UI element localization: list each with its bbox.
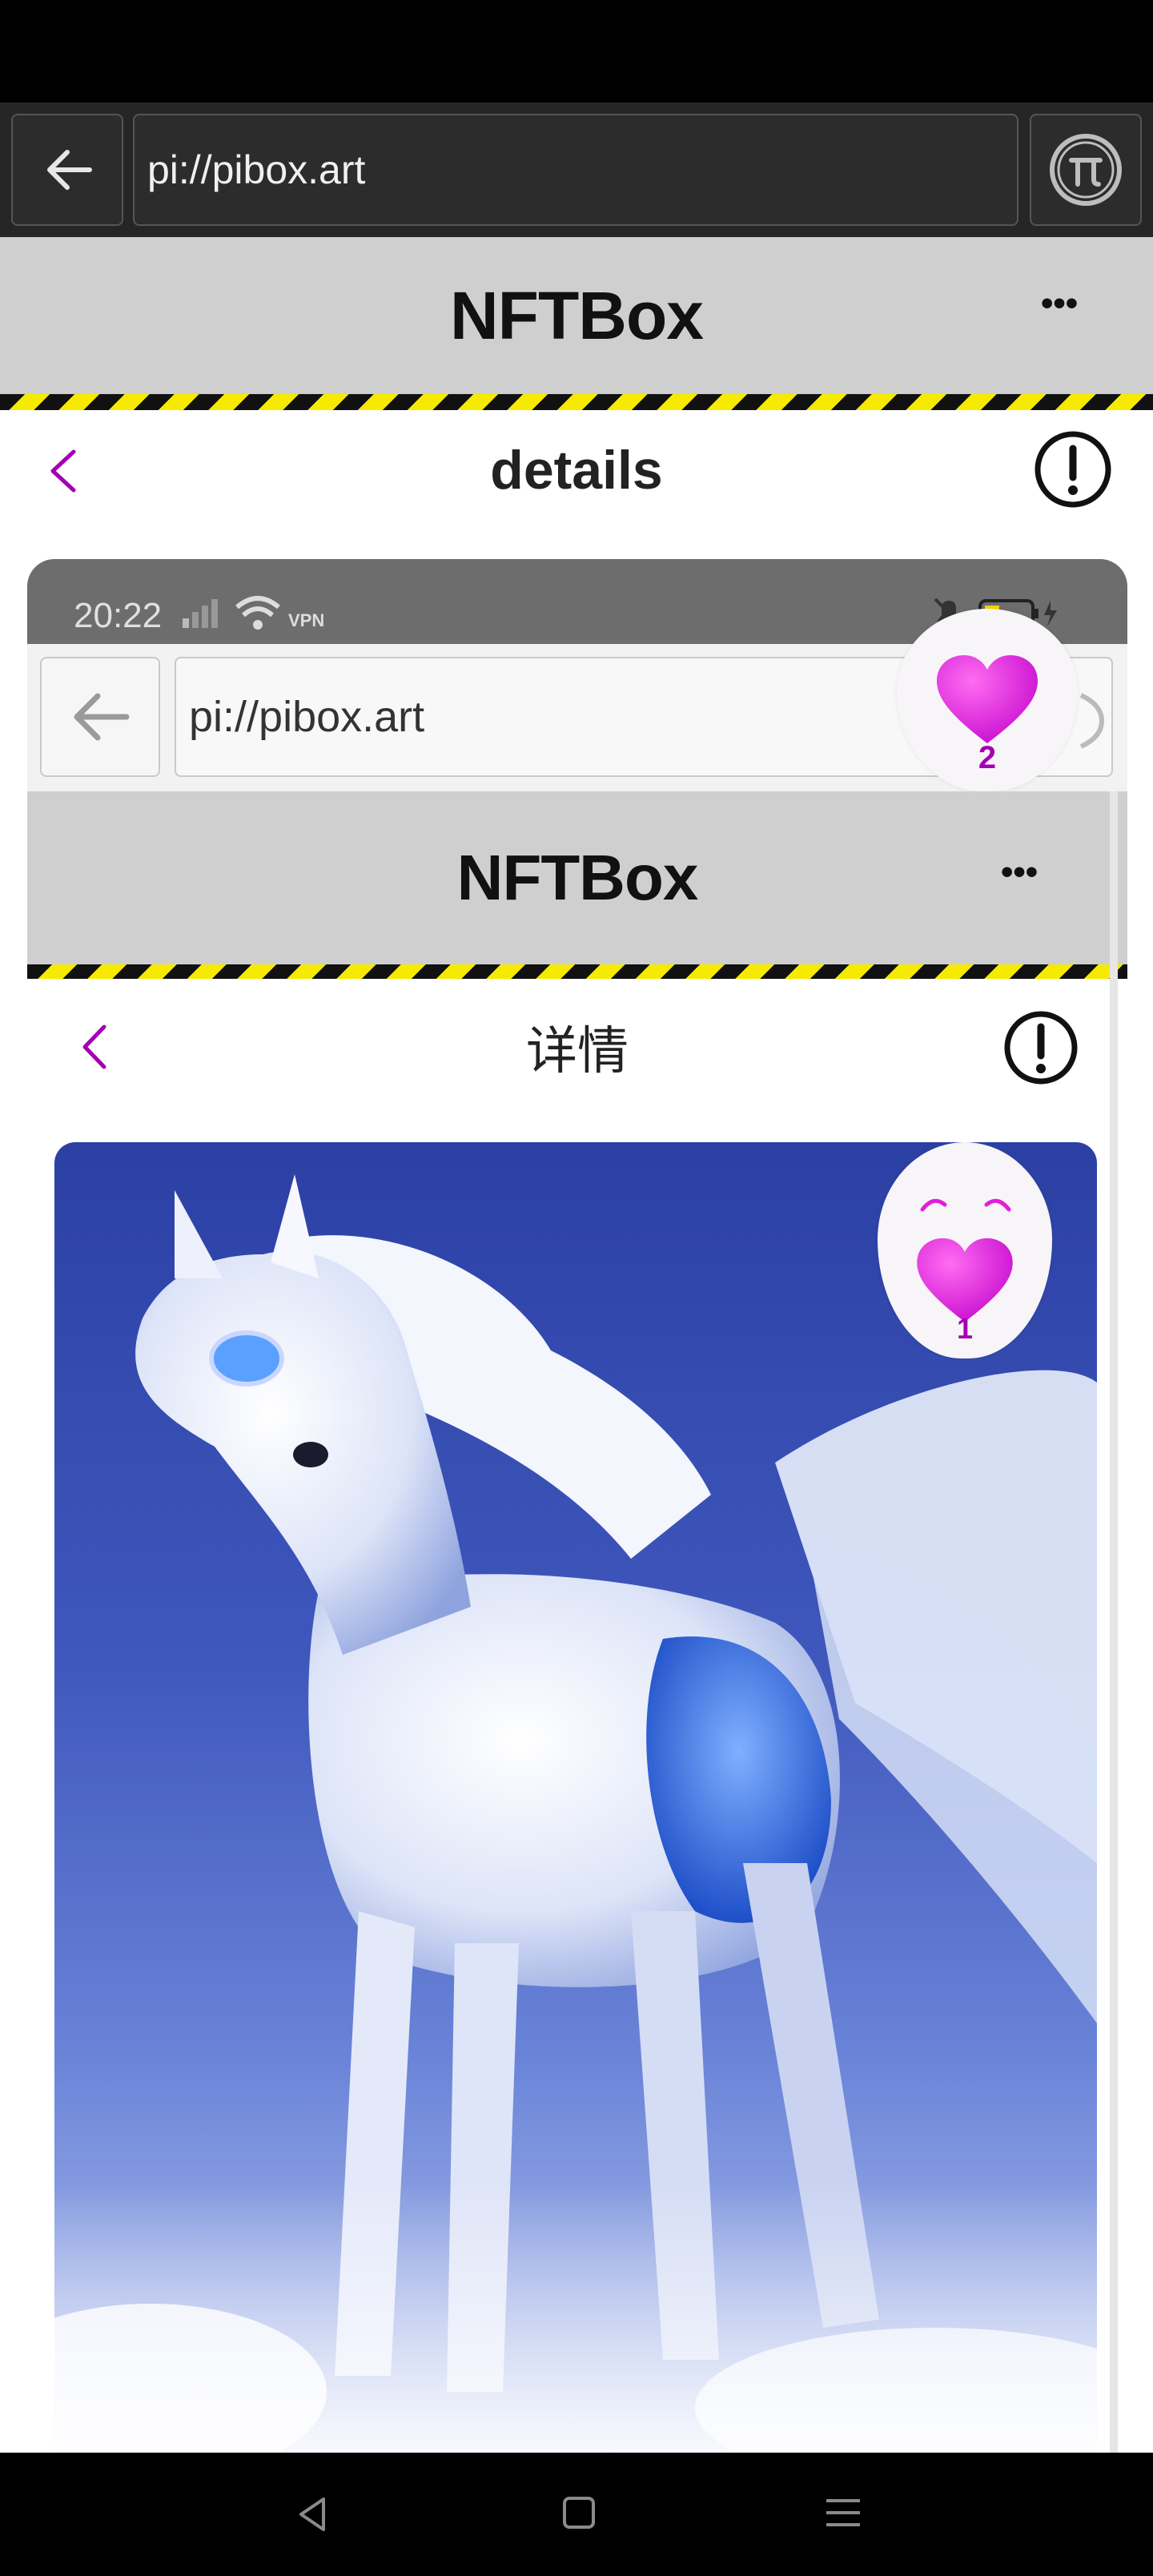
browser-back-button[interactable] xyxy=(11,114,123,226)
site-header: NFTBox ••• xyxy=(0,237,1153,394)
page-header: details xyxy=(0,410,1153,530)
chevron-left-icon[interactable] xyxy=(45,447,85,495)
info-icon[interactable] xyxy=(1033,429,1113,509)
browser-url-field[interactable]: pi://pibox.art xyxy=(133,114,1018,226)
like-bubble-top[interactable]: 2 xyxy=(897,609,1078,791)
inner-status-time: 20:22 xyxy=(74,596,163,635)
chevron-left-icon[interactable] xyxy=(77,1022,114,1072)
device-nav-bar xyxy=(0,2453,1153,2576)
pi-wallet-button[interactable] xyxy=(1030,114,1142,226)
inner-more-menu-button[interactable]: ••• xyxy=(1001,852,1038,892)
page-title: details xyxy=(490,440,663,501)
nav-home-icon[interactable] xyxy=(560,2494,597,2531)
hazard-stripe xyxy=(0,394,1153,410)
inner-site-header: NFTBox ••• xyxy=(27,791,1127,964)
nav-back-icon[interactable] xyxy=(293,2494,333,2534)
like-count-top: 2 xyxy=(978,740,997,775)
like-count-image: 1 xyxy=(956,1312,974,1345)
inner-scrollbar[interactable] xyxy=(1110,791,1118,2453)
like-bubble-image[interactable]: 1 xyxy=(878,1142,1052,1358)
heart-icon xyxy=(937,655,1038,743)
pi-coin-icon xyxy=(1050,134,1122,206)
inner-browser-toolbar: pi://pibox.art 2 xyxy=(27,609,1127,791)
site-title: NFTBox xyxy=(450,277,704,353)
arrow-left-icon xyxy=(47,150,92,190)
nft-artwork-card[interactable]: 20:22 VPN pi://pibox.art 2 NFTBox ••• 详情… xyxy=(27,559,1127,2453)
inner-back-button[interactable] xyxy=(40,657,160,777)
nft-image[interactable]: 1 xyxy=(54,1142,1097,2453)
vpn-icon: VPN xyxy=(288,610,325,630)
inner-page-title: 详情 xyxy=(526,1022,629,1080)
browser-url-text: pi://pibox.art xyxy=(147,147,366,192)
signal-icon xyxy=(183,599,218,628)
arrow-left-icon xyxy=(74,693,130,741)
inner-page-header: 详情 xyxy=(27,979,1127,1115)
more-menu-button[interactable]: ••• xyxy=(1041,284,1078,324)
smile-arc-icon xyxy=(920,1198,1011,1212)
nav-menu-icon[interactable] xyxy=(823,2494,863,2531)
browser-toolbar: pi://pibox.art xyxy=(0,103,1153,237)
wifi-icon xyxy=(235,596,280,630)
inner-hazard-stripe xyxy=(27,964,1127,979)
inner-site-title: NFTBox xyxy=(456,842,699,913)
inner-url-text: pi://pibox.art xyxy=(189,693,425,741)
info-icon[interactable] xyxy=(1002,1009,1079,1086)
status-bar xyxy=(0,0,1153,103)
